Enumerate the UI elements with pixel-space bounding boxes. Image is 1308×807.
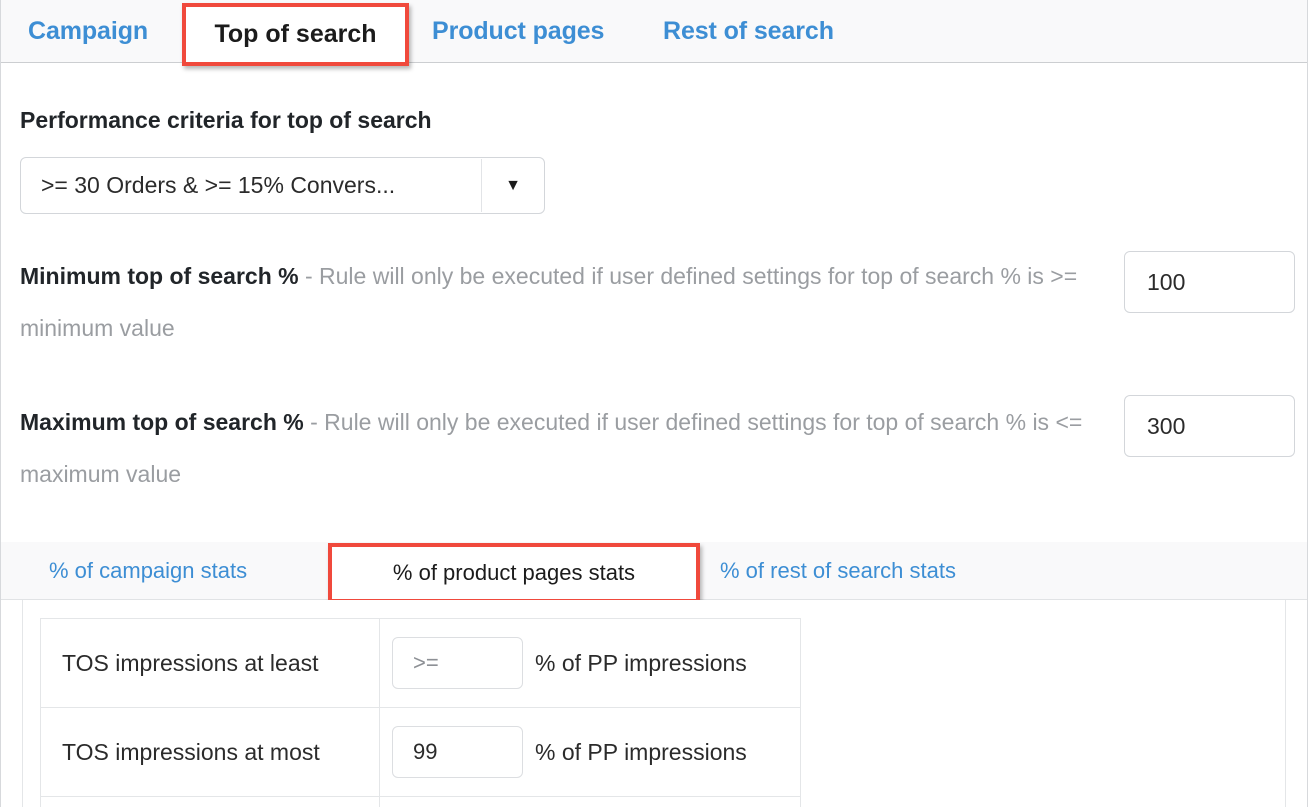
maximum-description: Maximum top of search % - Rule will only…: [20, 396, 1100, 500]
table-cell-label: [40, 796, 380, 807]
table-cell-label: TOS impressions at most: [40, 707, 380, 797]
subtab-product-pages-stats-highlight[interactable]: % of product pages stats: [328, 543, 700, 603]
tos-impressions-at-most-unit: % of PP impressions: [535, 738, 747, 765]
minimum-top-of-search-input[interactable]: 100: [1124, 251, 1295, 313]
subtab-rest-of-search-stats[interactable]: % of rest of search stats: [720, 542, 956, 599]
performance-criteria-select[interactable]: >= 30 Orders & >= 15% Convers... ▼: [20, 157, 545, 214]
table-cell-label: TOS impressions at least: [40, 618, 380, 708]
maximum-top-of-search-input[interactable]: 300: [1124, 395, 1295, 457]
table-cell-label-partial: [41, 797, 379, 807]
table-row: TOS impressions at most 99 % of PP impre…: [40, 707, 801, 797]
tos-impressions-at-least-label: TOS impressions at least: [62, 649, 319, 676]
table-cell-field: [379, 796, 801, 807]
tab-rest-of-search[interactable]: Rest of search: [663, 0, 834, 62]
tab-campaign[interactable]: Campaign: [28, 0, 148, 62]
minimum-label: Minimum top of search %: [20, 263, 299, 289]
table-row: TOS impressions at least >= % of PP impr…: [40, 618, 801, 708]
table-cell-field: >= % of PP impressions: [379, 618, 801, 708]
tab-top-of-search-highlight[interactable]: Top of search: [182, 3, 409, 66]
subtab-campaign-stats[interactable]: % of campaign stats: [49, 542, 247, 599]
tab-top-of-search-label: Top of search: [214, 20, 377, 48]
subtab-product-pages-stats-label: % of product pages stats: [392, 560, 636, 585]
maximum-top-of-search-row: Maximum top of search % - Rule will only…: [20, 396, 1100, 500]
tos-impressions-at-least-unit: % of PP impressions: [535, 649, 747, 676]
minimum-description: Minimum top of search % - Rule will only…: [20, 250, 1100, 354]
tos-impressions-at-most-input[interactable]: 99: [392, 726, 523, 778]
performance-criteria-value: >= 30 Orders & >= 15% Convers...: [41, 172, 396, 198]
tos-impressions-at-most-label: TOS impressions at most: [62, 738, 320, 765]
chevron-down-icon[interactable]: ▼: [482, 158, 544, 213]
stats-table: TOS impressions at least >= % of PP impr…: [40, 618, 801, 807]
tos-impressions-at-most-field: 99 % of PP impressions: [380, 708, 800, 796]
tos-impressions-at-least-field: >= % of PP impressions: [380, 619, 800, 707]
tos-impressions-at-least-input[interactable]: >=: [392, 637, 523, 689]
table-cell-field-partial: [380, 797, 800, 807]
page-title: Performance criteria for top of search: [20, 107, 432, 133]
settings-page: Campaign Product pages Rest of search To…: [0, 0, 1308, 807]
table-row: [40, 796, 801, 807]
table-cell-field: 99 % of PP impressions: [379, 707, 801, 797]
maximum-label: Maximum top of search %: [20, 409, 304, 435]
minimum-top-of-search-row: Minimum top of search % - Rule will only…: [20, 250, 1100, 354]
tab-product-pages[interactable]: Product pages: [432, 0, 604, 62]
